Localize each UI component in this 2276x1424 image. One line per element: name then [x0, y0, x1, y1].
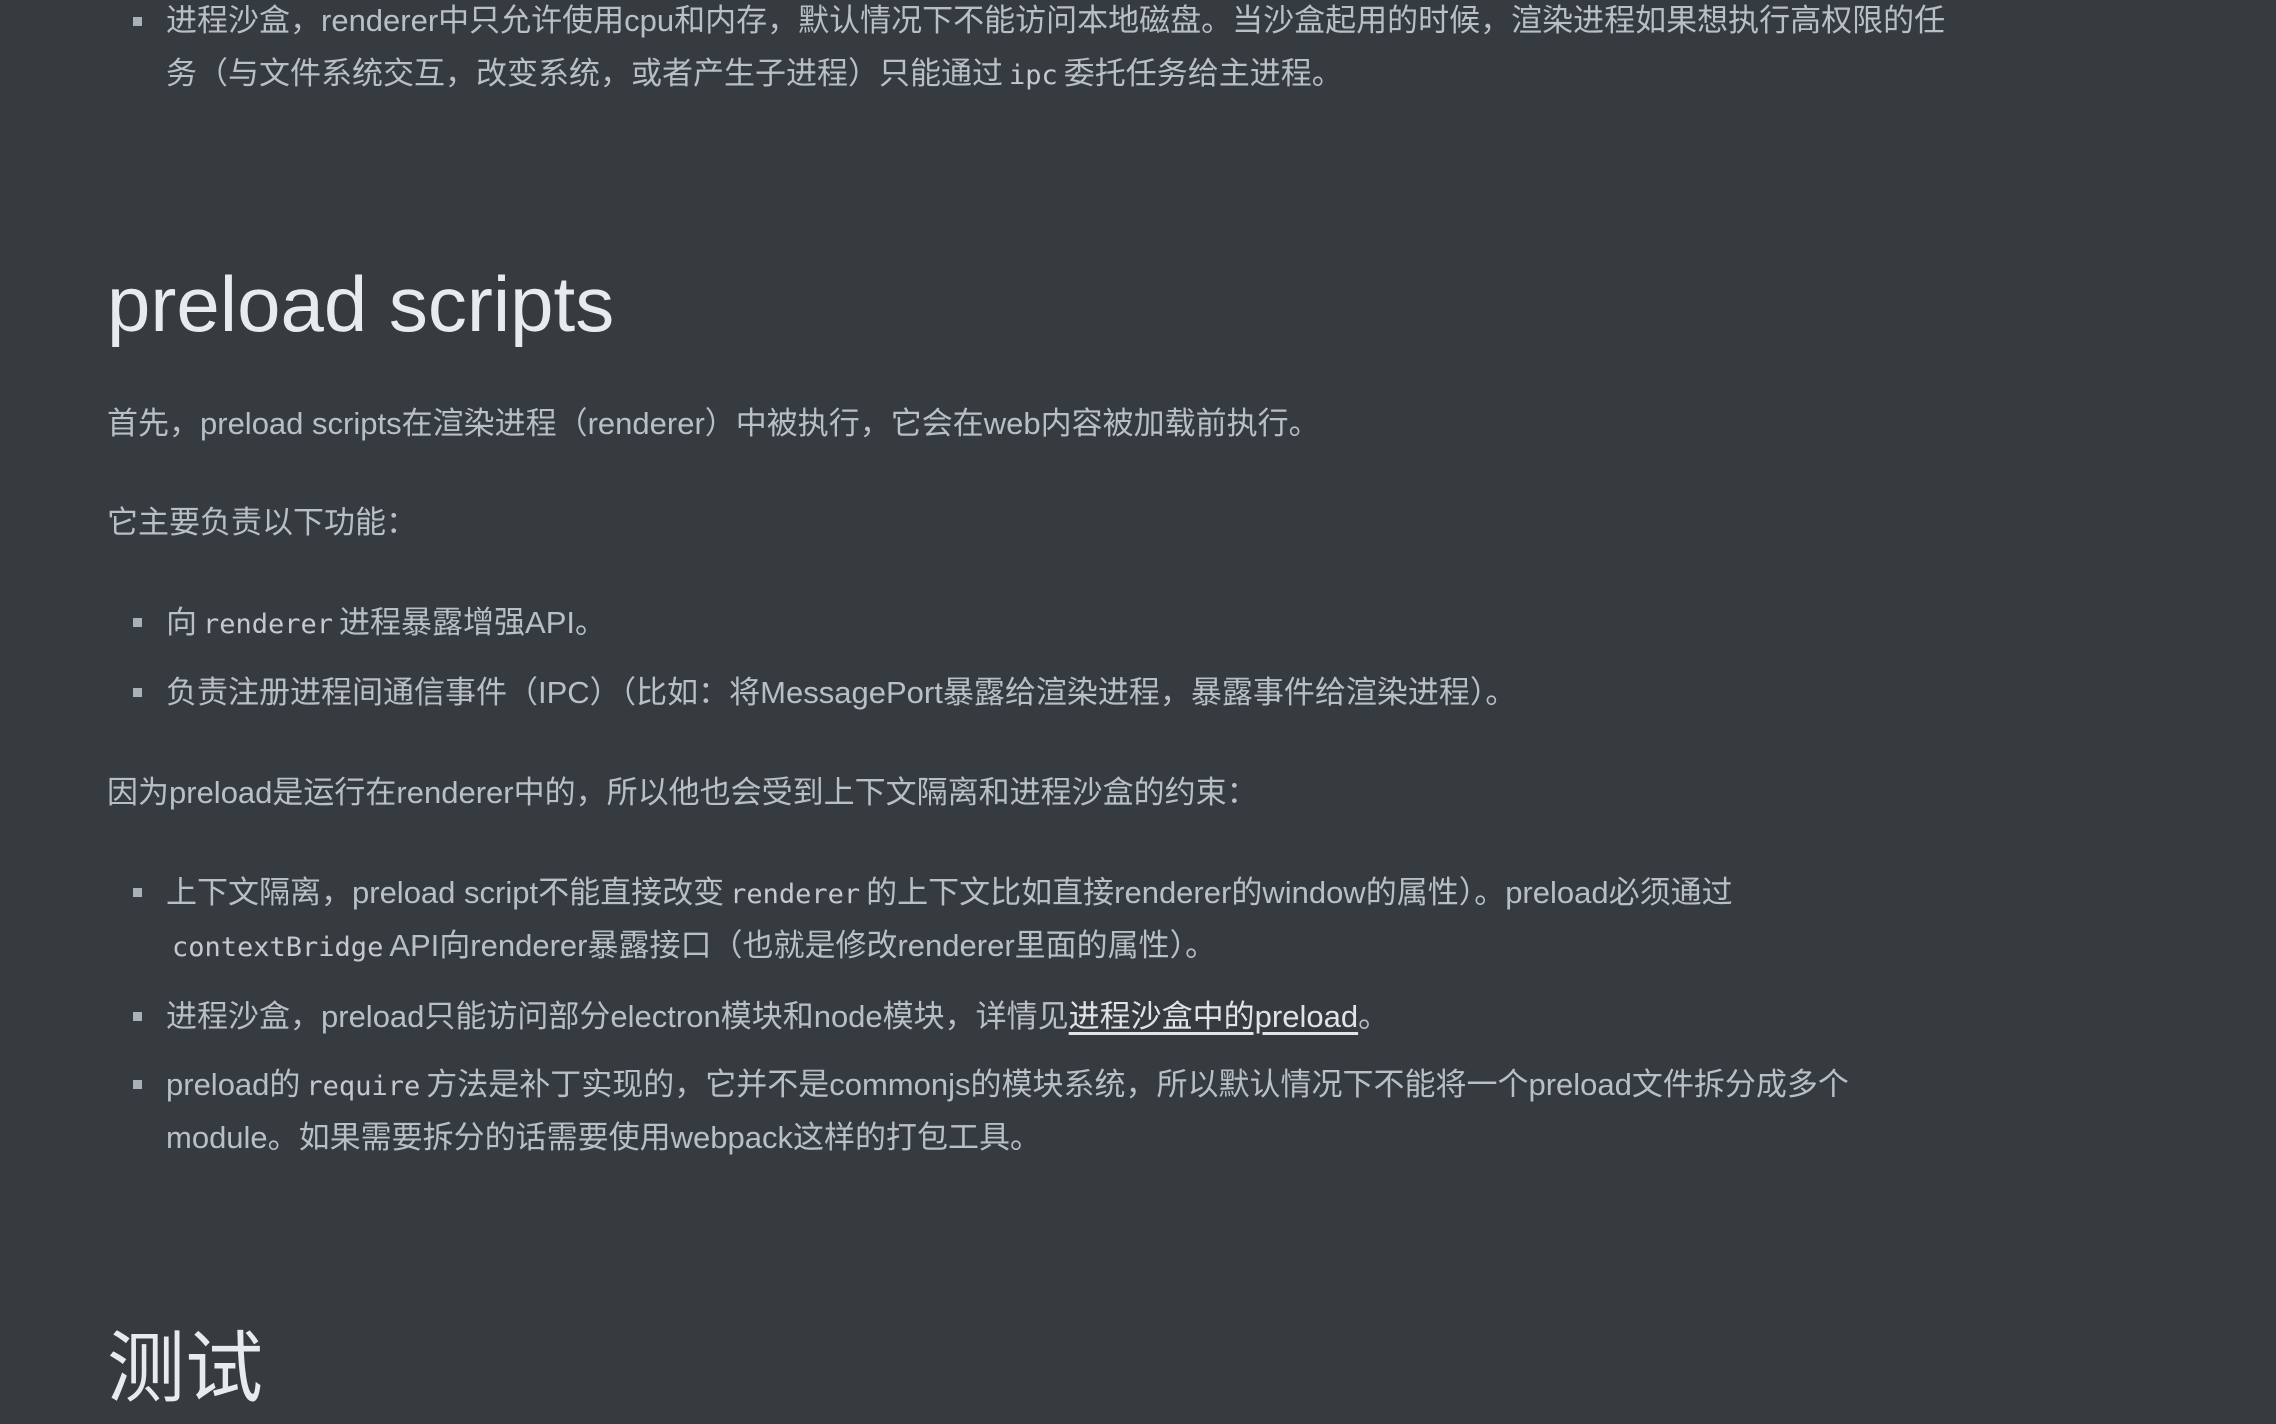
- markdown-document: 进程沙盒，renderer中只允许使用cpu和内存，默认情况下不能访问本地磁盘。…: [0, 0, 2276, 1424]
- bullet-marker: [133, 1080, 142, 1089]
- list-item-text: 进程沙盒，renderer中只允许使用cpu和内存，默认情况下不能访问本地磁盘。…: [166, 3, 1946, 38]
- list-item-text: 进程沙盒，preload只能访问部分electron模块和node模块，详情见进…: [166, 999, 1390, 1034]
- link-sandbox-preload[interactable]: 进程沙盒中的preload: [1069, 999, 1358, 1034]
- list-item-text: 务（与文件系统交互，改变系统，或者产生子进程）只能通过 ipc 委托任务给主进程。: [166, 56, 1343, 91]
- list-item-text: preload的 require 方法是补丁实现的，它并不是commonjs的模块系…: [166, 1067, 1849, 1102]
- list-item-text: 负责注册进程间通信事件（IPC）（比如：将MessagePort暴露给渲染进程，…: [166, 675, 1517, 710]
- inline-code: renderer: [203, 609, 334, 640]
- list-item-text: 上下文隔离，preload script不能直接改变 renderer 的上下文比如…: [166, 875, 1733, 910]
- inline-code: require: [306, 1071, 421, 1102]
- heading-preload-scripts: preload scripts: [107, 260, 615, 348]
- bullet-marker: [133, 17, 142, 26]
- bullet-marker: [133, 688, 142, 697]
- list-item-text: contextBridge API向renderer暴露接口（也就是修改rende…: [166, 919, 1216, 974]
- inline-code: contextBridge: [172, 932, 384, 963]
- paragraph-intro: 首先，preload scripts在渲染进程（renderer）中被执行，它会…: [107, 406, 1320, 441]
- list-item-text: 向 renderer 进程暴露增强API。: [166, 605, 607, 640]
- bullet-marker: [133, 1012, 142, 1021]
- paragraph-responsibilities: 它主要负责以下功能：: [107, 505, 417, 540]
- paragraph-constraints: 因为preload是运行在renderer中的，所以他也会受到上下文隔离和进程沙…: [107, 775, 1258, 810]
- inline-code: renderer: [730, 879, 861, 910]
- bullet-marker: [133, 618, 142, 627]
- heading-test: 测试: [107, 1324, 264, 1412]
- list-item-text: module。如果需要拆分的话需要使用webpack这样的打包工具。: [166, 1120, 1042, 1155]
- inline-code: ipc: [1009, 60, 1058, 91]
- bullet-marker: [133, 888, 142, 897]
